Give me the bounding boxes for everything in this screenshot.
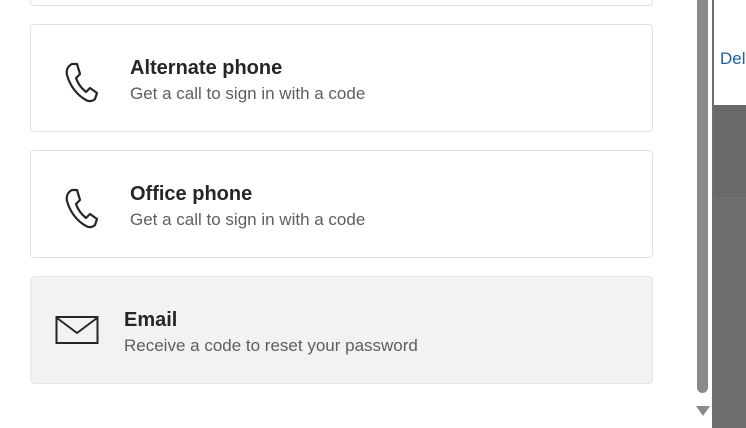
background-link[interactable]: Del (720, 49, 746, 69)
option-title: Alternate phone (130, 57, 283, 79)
option-email[interactable]: Email Receive a code to reset your passw… (30, 276, 653, 384)
option-office-phone[interactable]: Office phone Get a call to sign in with … (30, 150, 653, 258)
scrollbar-thumb[interactable] (697, 0, 708, 393)
previous-option-card[interactable] (30, 0, 653, 6)
phone-icon (65, 188, 99, 229)
option-title: Email (124, 309, 178, 331)
option-description: Get a call to sign in with a code (130, 210, 366, 229)
method-selection-dialog: Del Alternate phone Get a call to sign i… (0, 0, 746, 428)
envelope-icon (55, 316, 99, 344)
option-alternate-phone[interactable]: Alternate phone Get a call to sign in wi… (30, 24, 653, 132)
option-description: Get a call to sign in with a code (130, 84, 366, 103)
option-description: Receive a code to reset your password (124, 336, 418, 355)
phone-icon (65, 62, 99, 103)
scroll-down-arrow-icon[interactable] (696, 406, 710, 416)
option-title: Office phone (130, 183, 253, 205)
background-overlay (714, 105, 746, 197)
